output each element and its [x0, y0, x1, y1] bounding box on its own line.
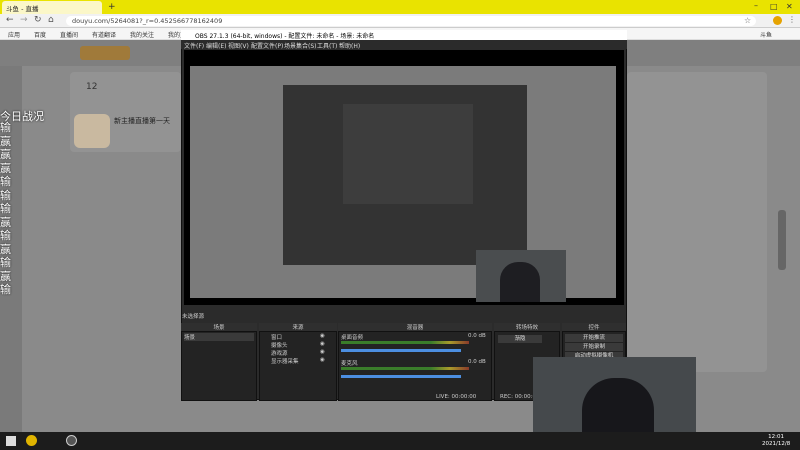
- start-icon[interactable]: [6, 436, 16, 446]
- new-tab-button[interactable]: +: [108, 2, 116, 12]
- window-maximize-icon[interactable]: □: [770, 2, 778, 11]
- scene-item[interactable]: 场景: [184, 333, 254, 341]
- browser-tabbar: [0, 0, 800, 14]
- source-item[interactable]: 游戏源: [271, 349, 288, 357]
- bookmark-item[interactable]: 百度: [34, 30, 46, 39]
- controls-dock-title: 控件: [562, 323, 626, 331]
- right-panel: [627, 72, 767, 372]
- mixer-desktop-db: 0.0 dB: [468, 333, 486, 339]
- transition-select[interactable]: 渐隐: [498, 335, 542, 343]
- danmaku-line: 输: [0, 175, 11, 188]
- scenes-dock-title: 场景: [181, 323, 257, 331]
- obs-menubar: 文件(F) 编辑(E) 视图(V) 配置文件(P) 场景集合(S) 工具(T) …: [181, 40, 627, 50]
- mixer-desktop-label: 桌面音频: [341, 335, 364, 341]
- reload-icon[interactable]: ↻: [34, 15, 42, 25]
- bookmark-item[interactable]: 有道翻译: [92, 30, 116, 39]
- source-item[interactable]: 窗口: [271, 333, 282, 341]
- star-icon[interactable]: ☆: [744, 16, 751, 25]
- obs-title: OBS 27.1.3 (64-bit, windows) - 配置文件: 未命名…: [181, 30, 627, 40]
- desktop-meter: [341, 341, 469, 344]
- menu-scene-collection[interactable]: 场景集合(S): [284, 41, 317, 50]
- mixer-mic-db: 0.0 dB: [468, 359, 486, 365]
- stream-title: 新主播直播第一天: [114, 117, 170, 125]
- danmaku-line: 输: [0, 188, 11, 202]
- mixer-mic-label: 麦克风: [341, 361, 358, 367]
- menu-view[interactable]: 视图(V): [228, 41, 249, 50]
- eye-icon[interactable]: ◉: [320, 341, 325, 347]
- menu-help[interactable]: 帮助(H): [339, 41, 360, 50]
- sources-dock-title: 来源: [259, 323, 337, 331]
- menu-file[interactable]: 文件(F): [184, 41, 204, 50]
- mic-volume-slider[interactable]: [341, 375, 461, 378]
- chrome-taskbar-icon[interactable]: [26, 435, 37, 446]
- bookmark-item[interactable]: 直播间: [60, 30, 78, 39]
- menu-profile[interactable]: 配置文件(P): [251, 41, 283, 50]
- menu-edit[interactable]: 编辑(E): [206, 41, 226, 50]
- eye-icon[interactable]: ◉: [320, 349, 325, 355]
- url-field[interactable]: douyu.com/5264081?_r=0.452566778162409: [66, 16, 756, 26]
- menu-tools[interactable]: 工具(T): [317, 41, 337, 50]
- obs-taskbar-icon[interactable]: [66, 435, 77, 446]
- start-recording-button[interactable]: 开始录制: [565, 343, 623, 351]
- mic-meter: [341, 367, 469, 370]
- danmaku-line: 输: [0, 202, 11, 215]
- profile-icon[interactable]: [773, 16, 782, 25]
- eye-icon[interactable]: ◉: [320, 357, 325, 363]
- viewer-count: 12: [86, 82, 98, 92]
- scenes-dock: [181, 331, 257, 401]
- danmaku-line: 输: [0, 229, 11, 242]
- danmaku-line: 赢: [0, 134, 11, 148]
- danmaku-line: 赢: [0, 161, 11, 175]
- bookmark-item[interactable]: 斗鱼: [760, 30, 772, 39]
- mixer-dock-title: 混音器: [338, 323, 492, 331]
- obs-status-label: 未选择源: [182, 314, 205, 320]
- streamer-avatar: [74, 114, 110, 148]
- eye-icon[interactable]: ◉: [320, 333, 325, 339]
- preview-nested-obs-inner: [343, 104, 473, 204]
- danmaku-column: 输 赢 赢 赢 输 输 输 赢 输 赢 输 赢 输: [0, 121, 22, 297]
- scroll-handle[interactable]: [778, 210, 786, 270]
- webcam-person-small: [500, 262, 540, 302]
- bookmark-item[interactable]: 应用: [8, 30, 20, 39]
- source-item[interactable]: 摄像头: [271, 341, 288, 349]
- danmaku-line: 输: [0, 283, 11, 296]
- menu-icon[interactable]: ⋮: [788, 15, 796, 24]
- status-live: LIVE: 00:00:00: [436, 394, 477, 400]
- bookmark-item[interactable]: 我的关注: [130, 30, 154, 39]
- desktop-volume-slider[interactable]: [341, 349, 461, 352]
- source-item[interactable]: 显示器采集: [271, 357, 299, 365]
- start-streaming-button[interactable]: 开始推流: [565, 334, 623, 342]
- browser-tab[interactable]: 斗鱼 - 直播: [2, 1, 102, 14]
- danmaku-line: 赢: [0, 148, 11, 161]
- window-minimize-icon[interactable]: –: [754, 1, 758, 10]
- taskbar: [0, 432, 800, 450]
- window-close-icon[interactable]: ✕: [786, 2, 793, 11]
- clock-date: 2021/12/8: [762, 441, 791, 447]
- danmaku-line: 赢: [0, 242, 11, 256]
- danmaku-line: 输: [0, 256, 11, 269]
- back-icon[interactable]: ←: [6, 15, 14, 25]
- transitions-dock-title: 转场特效: [494, 323, 560, 331]
- home-icon[interactable]: ⌂: [48, 15, 54, 25]
- taskbar-clock[interactable]: 12:01 2021/12/8: [762, 434, 790, 448]
- danmaku-line: 赢: [0, 215, 11, 229]
- danmaku-line: 赢: [0, 269, 11, 283]
- forward-icon[interactable]: →: [20, 15, 28, 25]
- site-logo: [80, 46, 130, 60]
- danmaku-line: 输: [0, 121, 11, 134]
- clock-time: 12:01: [768, 434, 785, 440]
